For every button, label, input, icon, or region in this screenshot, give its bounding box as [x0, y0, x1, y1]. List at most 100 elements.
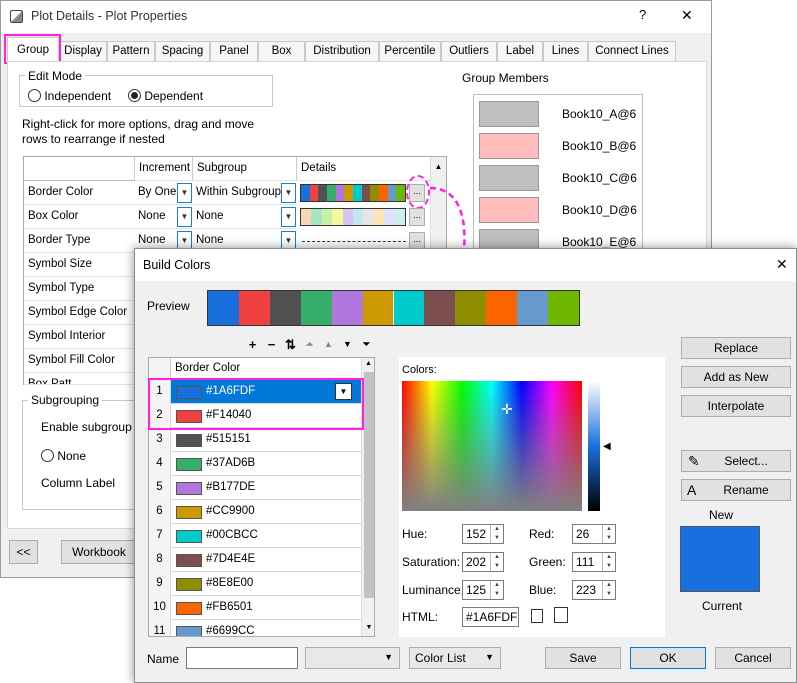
tab-spacing[interactable]: Spacing — [155, 41, 210, 61]
details-pastel-strip[interactable] — [300, 208, 406, 226]
chevron-down-icon[interactable]: ▼ — [281, 207, 296, 227]
header-increment: Increment — [134, 157, 192, 181]
blue-input[interactable]: 223 ▲ ▼ — [572, 580, 616, 600]
luminance-bar[interactable] — [588, 381, 600, 511]
html-input[interactable]: #1A6FDF — [462, 607, 519, 627]
color-picker-panel: Colors: ✛ ◀ Hue: 152 ▲ ▼ Red: 26 ▲ ▼ Saturat… — [399, 357, 665, 637]
subgroup-none-option[interactable]: None — [41, 449, 86, 463]
dependent-option[interactable]: Dependent — [128, 89, 203, 103]
move-bottom-icon[interactable]: ⏷ — [359, 337, 374, 352]
spin-arrows-icon[interactable]: ▲ ▼ — [490, 581, 503, 599]
hue-value: 152 — [466, 527, 487, 541]
text-cursor-icon: A — [687, 482, 697, 498]
color-chip — [379, 185, 388, 201]
rename-button[interactable]: A Rename — [681, 479, 791, 501]
spin-arrows-icon[interactable]: ▲ ▼ — [490, 553, 503, 571]
red-input[interactable]: 26 ▲ ▼ — [572, 524, 616, 544]
chevron-down-icon[interactable]: ▼ — [177, 207, 192, 227]
row-number: 3 — [149, 428, 171, 452]
tab-panel[interactable]: Panel — [210, 41, 258, 61]
color-row[interactable]: 11 #6699CC — [149, 620, 361, 636]
color-row[interactable]: 7 #00CBCC — [149, 524, 361, 548]
color-field[interactable]: ✛ — [402, 381, 582, 511]
replace-button[interactable]: Replace — [681, 337, 791, 359]
title-bar: Plot Details - Plot Properties ? ✕ — [1, 1, 711, 33]
tab-percentile[interactable]: Percentile — [379, 41, 441, 61]
color-row[interactable]: 9 #8E8E00 — [149, 572, 361, 596]
move-up-icon[interactable]: ▲ — [321, 337, 336, 352]
select-button[interactable]: ✎ Select... — [681, 450, 791, 472]
scroll-up-icon: ▲ — [365, 360, 372, 367]
tab-box[interactable]: Box — [258, 41, 305, 61]
move-down-icon[interactable]: ▼ — [340, 337, 355, 352]
preview-chip — [269, 291, 301, 325]
color-row[interactable]: 3 #515151 — [149, 428, 361, 452]
add-row-icon[interactable]: + — [245, 337, 260, 352]
row-name: Symbol Interior — [24, 325, 134, 349]
color-row[interactable]: 10 #FB6501 — [149, 596, 361, 620]
name-dropdown[interactable]: ▼ — [305, 647, 400, 669]
member-label: Book10_D@6 — [562, 203, 637, 217]
independent-option[interactable]: Independent — [28, 89, 111, 103]
sort-icon[interactable]: ⇅ — [283, 337, 298, 352]
copy-icon[interactable] — [531, 609, 543, 623]
color-row[interactable]: 6 #CC9900 — [149, 500, 361, 524]
close-button[interactable]: ✕ — [776, 256, 788, 273]
tab-lines[interactable]: Lines — [543, 41, 588, 61]
color-list-dropdown[interactable]: Color List ▼ — [409, 647, 501, 669]
name-input[interactable] — [186, 647, 298, 669]
spin-arrows-icon[interactable]: ▲ ▼ — [602, 581, 615, 599]
green-input[interactable]: 111 ▲ ▼ — [572, 552, 616, 572]
color-chip — [387, 185, 397, 201]
red-label: Red: — [529, 527, 555, 541]
color-chip — [370, 185, 380, 201]
tab-connect-lines[interactable]: Connect Lines — [588, 41, 676, 61]
luminance-input[interactable]: 125 ▲ ▼ — [462, 580, 504, 600]
color-chip — [335, 185, 345, 201]
cancel-button[interactable]: Cancel — [715, 647, 791, 669]
hue-input[interactable]: 152 ▲ ▼ — [462, 524, 504, 544]
remove-row-icon[interactable]: − — [264, 337, 279, 352]
preview-chip — [208, 291, 239, 325]
tab-label[interactable]: Label — [497, 41, 543, 61]
row-name: Symbol Edge Color — [24, 301, 134, 325]
chevron-down-icon[interactable]: ▼ — [177, 183, 192, 203]
spin-arrows-icon[interactable]: ▲ ▼ — [602, 525, 615, 543]
luminance-pointer-icon[interactable]: ◀ — [603, 441, 611, 452]
ok-button[interactable]: OK — [630, 647, 706, 669]
prev-button[interactable]: << — [9, 540, 38, 564]
close-button[interactable]: ✕ — [681, 7, 693, 24]
tab-display[interactable]: Display — [59, 41, 107, 61]
workbook-button[interactable]: Workbook — [61, 540, 137, 564]
row-number: 5 — [149, 476, 171, 500]
tab-outliers[interactable]: Outliers — [441, 41, 497, 61]
spin-arrows-icon[interactable]: ▲ ▼ — [490, 525, 503, 543]
header-subgroup: Subgroup — [192, 157, 296, 181]
chevron-down-icon[interactable]: ▼ — [281, 183, 296, 203]
move-top-icon[interactable]: ⏶ — [302, 337, 317, 352]
tab-distribution[interactable]: Distribution — [305, 41, 379, 61]
details-line-sample[interactable] — [302, 241, 406, 242]
saturation-input[interactable]: 202 ▲ ▼ — [462, 552, 504, 572]
details-color-strip[interactable] — [300, 184, 406, 202]
color-row[interactable]: 4 #37AD6B — [149, 452, 361, 476]
row-name: Symbol Fill Color — [24, 349, 134, 373]
paste-icon[interactable] — [554, 607, 568, 623]
chevron-down-icon: ▼ — [485, 652, 494, 662]
color-row[interactable]: 5 #B177DE — [149, 476, 361, 500]
color-chip — [309, 185, 319, 201]
spin-arrows-icon[interactable]: ▲ ▼ — [602, 553, 615, 571]
add-as-new-button[interactable]: Add as New — [681, 366, 791, 388]
interpolate-button[interactable]: Interpolate — [681, 395, 791, 417]
row-number: 10 — [149, 596, 171, 620]
tab-pattern[interactable]: Pattern — [107, 41, 155, 61]
green-label: Green: — [529, 555, 566, 569]
color-row[interactable]: 8 #7D4E4E — [149, 548, 361, 572]
help-button[interactable]: ? — [639, 7, 646, 22]
preview-chip — [300, 291, 332, 325]
save-button[interactable]: Save — [545, 647, 621, 669]
row-swatch — [176, 602, 202, 615]
row-number: 11 — [149, 620, 171, 636]
color-chip — [373, 209, 385, 225]
scroll-thumb[interactable] — [364, 372, 374, 598]
